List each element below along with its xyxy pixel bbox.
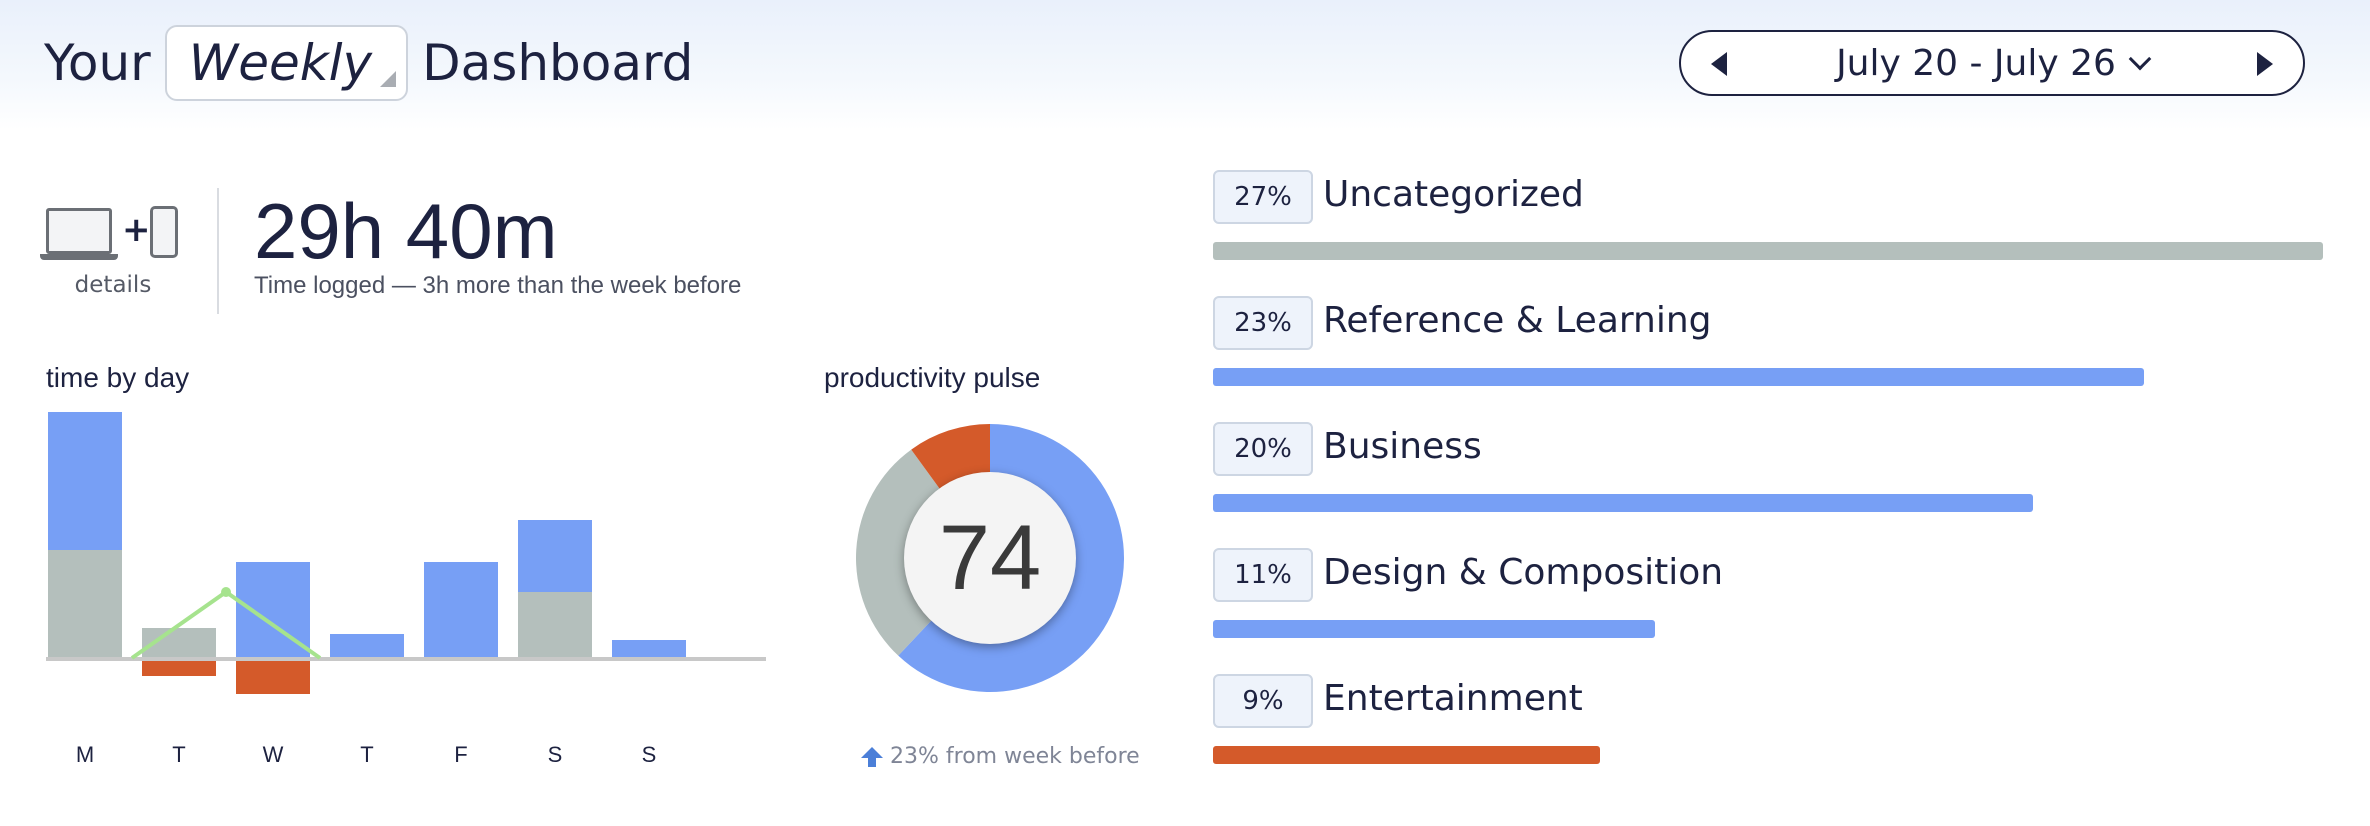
day-tick-label: T [172,742,185,767]
category-percent-badge: 27% [1213,170,1313,224]
productive-bar [518,520,592,592]
pulse-change: 23% from week before [860,744,1140,769]
category-bar [1213,242,2323,260]
productivity-score: 74 [904,472,1076,644]
day-tick-label: S [642,742,657,767]
category-bar [1213,746,1600,764]
plus-icon: + [122,210,151,250]
dashboard-title: Your Weekly Dashboard [44,24,693,102]
dropdown-corner-icon [380,71,397,87]
chevron-down-icon[interactable] [2128,47,2152,71]
previous-week-icon[interactable] [1711,52,1727,76]
day-tick-label: M [76,742,94,767]
date-range-selector[interactable]: July 20 - July 26 [1679,30,2305,96]
neutral-bar [48,550,122,658]
period-select[interactable]: Weekly [164,25,409,101]
next-week-icon[interactable] [2257,52,2273,76]
time-by-day-label: time by day [46,362,190,393]
date-range-label: July 20 - July 26 [1836,42,2116,84]
productive-bar [330,634,404,658]
title-prefix: Your [44,34,151,92]
pulse-change-text: 23% from week before [890,744,1140,769]
laptop-base [40,254,118,260]
trend-point [221,587,231,597]
category-name[interactable]: Business [1323,426,1482,467]
productive-bar [424,562,498,658]
title-suffix: Dashboard [422,34,694,92]
day-tick-label: F [454,742,467,767]
summary-divider [217,188,219,314]
category-name[interactable]: Design & Composition [1323,552,1723,593]
category-name[interactable]: Entertainment [1323,678,1583,719]
time-by-day-chart: MTWTFSS [46,412,766,767]
productive-bar [48,412,122,550]
category-percent-badge: 23% [1213,296,1313,350]
phone-icon [150,206,178,258]
category-name[interactable]: Uncategorized [1323,174,1584,215]
category-percent-badge: 9% [1213,674,1313,728]
day-tick-label: T [360,742,373,767]
category-bar [1213,620,1655,638]
category-name[interactable]: Reference & Learning [1323,300,1712,341]
laptop-icon [46,208,112,254]
category-percent-badge: 11% [1213,548,1313,602]
details-link[interactable]: details [30,272,196,298]
day-tick-label: W [263,742,284,767]
arrow-up-icon [861,746,883,767]
neutral-bar [518,592,592,658]
time-logged-comparison: Time logged — 3h more than the week befo… [254,272,742,299]
distracting-bar [236,658,310,694]
day-tick-label: S [548,742,563,767]
time-logged-value: 29h 40m [254,187,558,275]
category-bar [1213,494,2033,512]
period-select-value: Weekly [188,34,373,92]
category-percent-badge: 20% [1213,422,1313,476]
productivity-pulse-label: productivity pulse [824,362,1041,393]
productive-bar [612,640,686,658]
category-bar [1213,368,2144,386]
